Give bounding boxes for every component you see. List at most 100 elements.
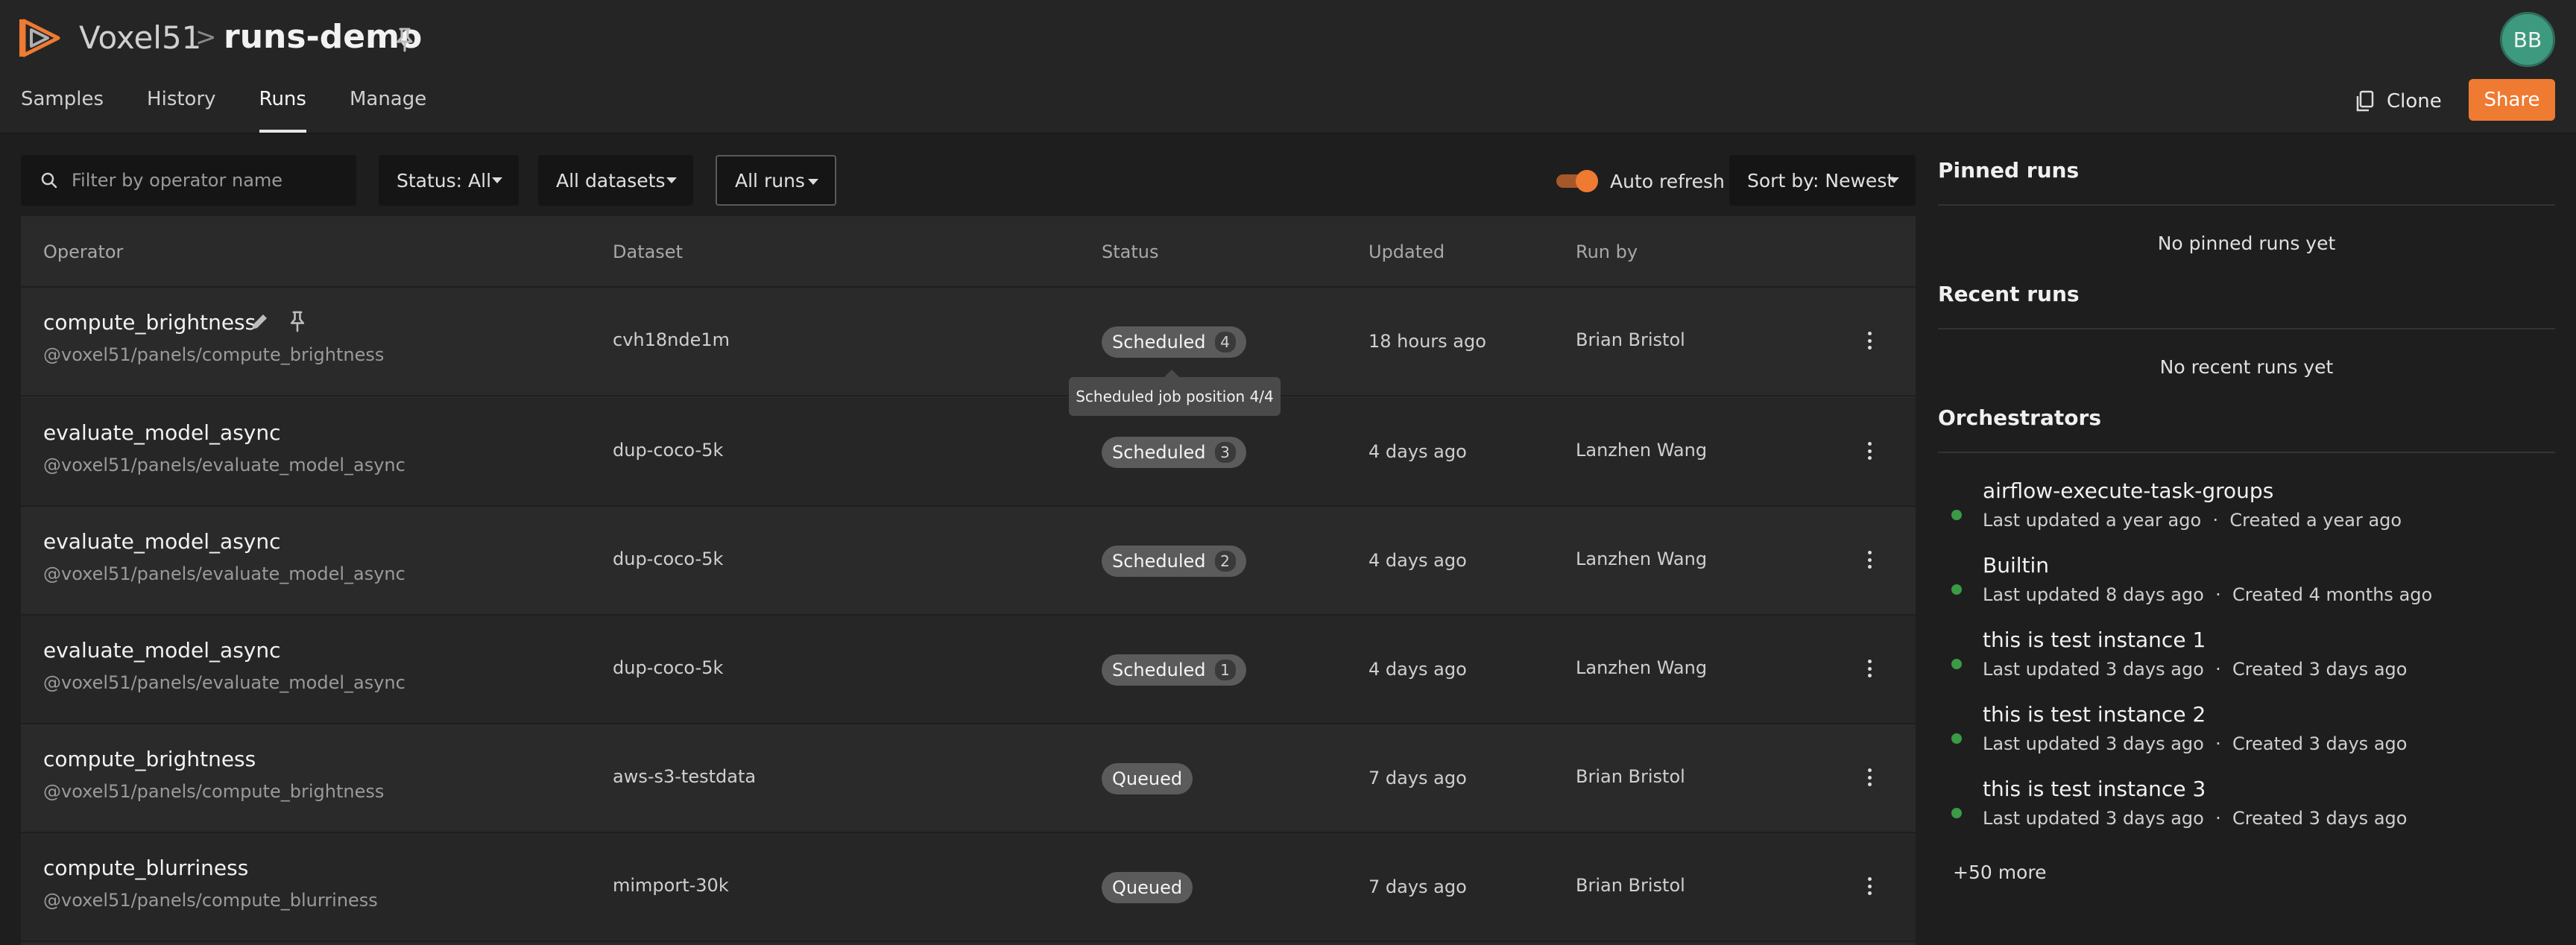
more-orchestrators-link[interactable]: +50 more — [1953, 862, 2046, 883]
dataset-title[interactable]: runs-demo — [224, 18, 422, 56]
orchestrator-item[interactable]: this is test instance 3 Last updated 3 d… — [1938, 777, 2555, 844]
run-by-cell: Lanzhen Wang — [1576, 549, 1708, 569]
operator-path: @voxel51/panels/evaluate_model_async — [43, 672, 405, 693]
tab-history[interactable]: History — [147, 83, 216, 133]
clone-button[interactable]: Clone — [2355, 83, 2442, 119]
chevron-down-icon — [808, 179, 818, 185]
tab-runs[interactable]: Runs — [259, 83, 307, 133]
search-input[interactable] — [72, 170, 340, 191]
status-filter-dropdown[interactable]: Status: All — [379, 155, 519, 206]
orchestrator-meta: Last updated 8 days ago · Created 4 mont… — [1983, 584, 2433, 605]
pinned-runs-title: Pinned runs — [1938, 158, 2080, 183]
copy-icon — [2356, 90, 2374, 112]
more-options-icon[interactable] — [1862, 440, 1877, 462]
status-badge[interactable]: Scheduled 1 — [1102, 654, 1246, 686]
user-avatar[interactable]: BB — [2500, 12, 2555, 67]
status-dot-icon — [1951, 510, 1962, 520]
operator-search[interactable] — [21, 155, 356, 206]
brand-name[interactable]: Voxel51 — [79, 19, 201, 56]
runs-filter-label: All runs — [735, 169, 805, 192]
column-header-operator: Operator — [43, 241, 124, 262]
operator-name[interactable]: evaluate_model_async — [43, 529, 281, 554]
auto-refresh-toggle[interactable] — [1556, 170, 1598, 192]
operator-name[interactable]: evaluate_model_async — [43, 638, 281, 663]
status-dot-icon — [1951, 659, 1962, 669]
status-badge[interactable]: Queued — [1102, 763, 1193, 794]
status-badge[interactable]: Queued — [1102, 872, 1193, 903]
recent-runs-title: Recent runs — [1938, 282, 2080, 306]
operator-path: @voxel51/panels/compute_brightness — [43, 344, 385, 365]
more-options-icon[interactable] — [1862, 875, 1877, 897]
updated-cell: 4 days ago — [1368, 550, 1467, 571]
orchestrator-meta: Last updated 3 days ago · Created 3 days… — [1983, 808, 2408, 829]
more-options-icon[interactable] — [1862, 549, 1877, 571]
tab-samples[interactable]: Samples — [21, 83, 104, 133]
operator-path: @voxel51/panels/compute_blurriness — [43, 890, 378, 911]
status-badge[interactable]: Scheduled 4 — [1102, 326, 1246, 358]
column-header-status: Status — [1102, 241, 1159, 262]
pin-icon[interactable] — [394, 27, 416, 52]
table-row[interactable]: compute_brightness @voxel51/panels/compu… — [21, 288, 1916, 396]
operator-name[interactable]: compute_brightness — [43, 747, 256, 771]
column-header-dataset: Dataset — [613, 241, 683, 262]
orchestrator-item[interactable]: this is test instance 1 Last updated 3 d… — [1938, 628, 2555, 695]
share-button[interactable]: Share — [2469, 79, 2555, 121]
operator-name[interactable]: compute_brightness — [43, 310, 256, 335]
operator-name[interactable]: evaluate_model_async — [43, 420, 281, 445]
column-header-updated: Updated — [1368, 241, 1445, 262]
orchestrator-name[interactable]: airflow-execute-task-groups — [1983, 478, 2273, 503]
updated-cell: 18 hours ago — [1368, 331, 1486, 352]
chevron-down-icon — [492, 177, 502, 183]
runs-filter-dropdown[interactable]: All runs — [716, 155, 836, 206]
tab-manage[interactable]: Manage — [350, 83, 426, 133]
more-options-icon[interactable] — [1862, 329, 1877, 352]
operator-name[interactable]: compute_blurriness — [43, 856, 248, 880]
dataset-cell: dup-coco-5k — [613, 549, 724, 569]
orchestrator-name[interactable]: this is test instance 3 — [1983, 777, 2206, 801]
table-row[interactable]: evaluate_model_async @voxel51/panels/eva… — [21, 507, 1916, 616]
runs-table: Operator Dataset Status Updated Run by c… — [21, 216, 1916, 945]
operator-path: @voxel51/panels/evaluate_model_async — [43, 563, 405, 584]
run-by-cell: Lanzhen Wang — [1576, 657, 1708, 678]
status-dot-icon — [1951, 733, 1962, 744]
updated-cell: 7 days ago — [1368, 768, 1467, 788]
sort-dropdown[interactable]: Sort by: Newest — [1729, 155, 1916, 206]
dataset-cell: aws-s3-testdata — [613, 766, 757, 787]
orchestrator-name[interactable]: this is test instance 1 — [1983, 628, 2206, 652]
breadcrumb-separator: > — [195, 22, 217, 52]
status-badge[interactable]: Scheduled 2 — [1102, 546, 1246, 577]
status-label: Scheduled — [1112, 660, 1206, 680]
status-label: Queued — [1112, 877, 1183, 898]
clone-label: Clone — [2387, 90, 2442, 113]
voxel51-logo-icon[interactable] — [19, 16, 63, 60]
top-bar: Voxel51 > runs-demo BB Samples History R… — [0, 0, 2576, 134]
divider — [1938, 452, 2555, 453]
status-label: Queued — [1112, 768, 1183, 789]
chevron-down-icon — [666, 177, 677, 183]
more-options-icon[interactable] — [1862, 766, 1877, 788]
orchestrator-item[interactable]: airflow-execute-task-groups Last updated… — [1938, 478, 2555, 546]
orchestrator-item[interactable]: this is test instance 2 Last updated 3 d… — [1938, 702, 2555, 769]
status-label: Scheduled — [1112, 332, 1206, 353]
dataset-filter-dropdown[interactable]: All datasets — [538, 155, 693, 206]
table-row[interactable]: evaluate_model_async @voxel51/panels/eva… — [21, 398, 1916, 507]
table-header: Operator Dataset Status Updated Run by — [21, 216, 1916, 288]
status-label: Scheduled — [1112, 551, 1206, 572]
edit-icon[interactable] — [249, 312, 270, 332]
orchestrator-name[interactable]: this is test instance 2 — [1983, 702, 2206, 727]
orchestrator-name[interactable]: Builtin — [1983, 553, 2049, 578]
run-by-cell: Brian Bristol — [1576, 329, 1685, 350]
status-badge[interactable]: Scheduled 3 — [1102, 437, 1246, 468]
table-row[interactable]: compute_blurriness @voxel51/panels/compu… — [21, 833, 1916, 942]
more-options-icon[interactable] — [1862, 657, 1877, 680]
operator-path: @voxel51/panels/compute_brightness — [43, 781, 385, 802]
table-row[interactable]: evaluate_model_async @voxel51/panels/eva… — [21, 616, 1916, 724]
auto-refresh-control: Auto refresh — [1556, 162, 1725, 200]
orchestrator-item[interactable]: Builtin Last updated 8 days ago · Create… — [1938, 553, 2555, 620]
table-row[interactable]: compute_brightness @voxel51/panels/compu… — [21, 724, 1916, 833]
dataset-cell: dup-coco-5k — [613, 657, 724, 678]
queue-position: 1 — [1214, 660, 1236, 680]
divider — [1938, 204, 2555, 206]
queue-position: 3 — [1214, 442, 1236, 463]
pin-icon[interactable] — [288, 310, 307, 332]
